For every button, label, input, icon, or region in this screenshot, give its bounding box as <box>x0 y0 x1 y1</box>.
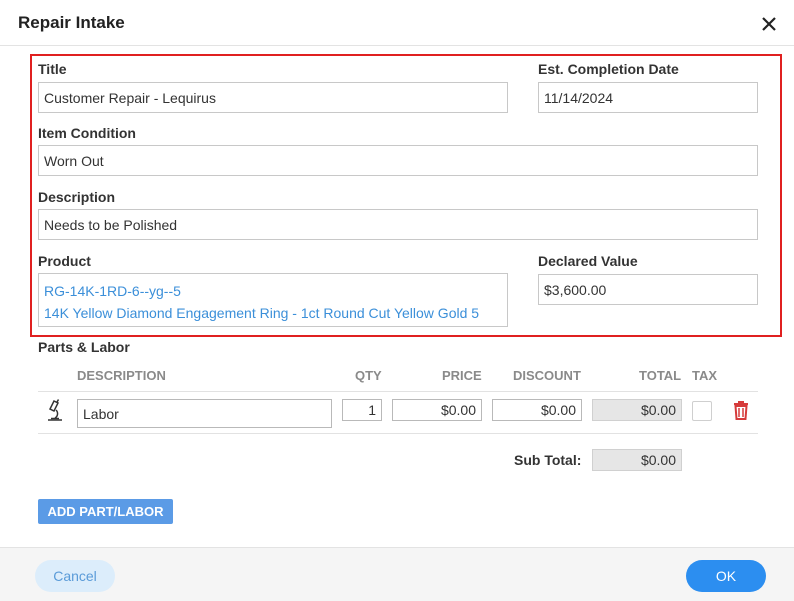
row-description-input[interactable]: Labor <box>77 399 332 428</box>
subtotal-value: $0.00 <box>592 449 682 471</box>
dialog-header: Repair Intake <box>0 0 794 46</box>
row-total-value: $0.00 <box>592 399 682 421</box>
col-description: DESCRIPTION <box>77 368 166 383</box>
add-part-labor-button[interactable]: ADD PART/LABOR <box>38 499 173 524</box>
dialog-title: Repair Intake <box>18 13 125 32</box>
completion-date-label: Est. Completion Date <box>538 61 679 77</box>
cancel-button[interactable]: Cancel <box>35 560 115 592</box>
description-input[interactable]: Needs to be Polished <box>38 209 758 240</box>
row-price-input[interactable]: $0.00 <box>392 399 482 421</box>
ok-button[interactable]: OK <box>686 560 766 592</box>
col-discount: DISCOUNT <box>513 368 581 383</box>
row-discount-input[interactable]: $0.00 <box>492 399 582 421</box>
trash-icon[interactable] <box>732 400 750 425</box>
product-name-link[interactable]: 14K Yellow Diamond Engagement Ring - 1ct… <box>44 302 502 324</box>
product-field[interactable]: RG-14K-1RD-6--yg--5 14K Yellow Diamond E… <box>38 273 508 327</box>
col-total: TOTAL <box>639 368 682 383</box>
close-icon[interactable] <box>758 13 780 35</box>
col-tax: TAX <box>692 368 718 383</box>
row-tax-checkbox[interactable] <box>692 401 712 421</box>
declared-value-label: Declared Value <box>538 253 638 269</box>
description-label: Description <box>38 189 116 205</box>
dialog-footer <box>0 547 794 601</box>
row-qty-input[interactable]: 1 <box>342 399 382 421</box>
title-label: Title <box>38 61 67 77</box>
table-row-divider <box>38 433 758 434</box>
declared-value-input[interactable]: $3,600.00 <box>538 274 758 305</box>
col-qty: QTY <box>355 368 382 383</box>
completion-date-input[interactable]: 11/14/2024 <box>538 82 758 113</box>
item-condition-label: Item Condition <box>38 125 136 141</box>
parts-labor-title: Parts & Labor <box>38 339 130 355</box>
title-input[interactable]: Customer Repair - Lequirus <box>38 82 508 113</box>
product-label: Product <box>38 253 91 269</box>
item-condition-input[interactable]: Worn Out <box>38 145 758 176</box>
table-header-divider <box>38 391 758 392</box>
microscope-icon <box>45 399 65 426</box>
subtotal-label: Sub Total: <box>514 452 582 468</box>
col-price: PRICE <box>442 368 482 383</box>
product-sku-link[interactable]: RG-14K-1RD-6--yg--5 <box>44 280 502 302</box>
